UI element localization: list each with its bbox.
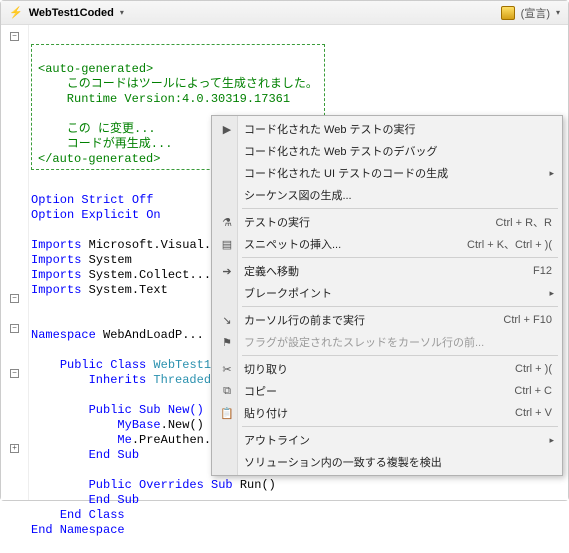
menu-item[interactable]: シーケンス図の生成...: [214, 184, 560, 206]
cut-icon: ✂: [219, 361, 235, 377]
menu-shortcut: Ctrl + )(: [515, 363, 552, 375]
code-line: コードが再生成...: [38, 137, 172, 151]
header-bar: ⚡ WebTest1Coded ▾ (宣言) ▾: [1, 1, 568, 25]
menu-item-label: ブレークポイント: [244, 285, 552, 301]
menu-separator: [242, 426, 558, 427]
code-line: Option Strict Off: [31, 193, 153, 207]
menu-shortcut: F12: [533, 265, 552, 277]
menu-item-label: スニペットの挿入...: [244, 236, 467, 252]
code-line: End Namespace: [31, 523, 125, 537]
menu-item[interactable]: 📋 貼り付けCtrl + V: [214, 402, 560, 424]
fold-toggle[interactable]: −: [10, 369, 19, 378]
menu-item[interactable]: アウトライン▸: [214, 429, 560, 451]
menu-separator: [242, 306, 558, 307]
code-line: Imports Microsoft.Visual...: [31, 238, 225, 252]
code-line: Me.PreAuthen...: [31, 433, 225, 447]
code-line: Inherits Threaded...: [31, 373, 233, 387]
menu-item[interactable]: ↘ カーソル行の前まで実行Ctrl + F10: [214, 309, 560, 331]
chevron-right-icon: ▸: [549, 288, 554, 299]
code-line: End Sub: [31, 493, 139, 507]
menu-separator: [242, 208, 558, 209]
fold-gutter: − − − − +: [1, 25, 29, 500]
code-line: Imports System: [31, 253, 132, 267]
menu-item-label: フラグが設定されたスレッドをカーソル行の前...: [244, 334, 552, 350]
menu-item-label: シーケンス図の生成...: [244, 187, 552, 203]
declaration-icon: [501, 6, 515, 20]
menu-item-label: 切り取り: [244, 361, 515, 377]
code-line: End Class: [31, 508, 125, 522]
chevron-right-icon: ▸: [549, 168, 554, 179]
menu-item-label: コード化された Web テストのデバッグ: [244, 143, 552, 159]
code-line: Imports System.Text: [31, 283, 168, 297]
menu-shortcut: Ctrl + R、R: [495, 214, 552, 230]
code-line: Option Explicit On: [31, 208, 161, 222]
code-line: このコードはツールによって生成されました。: [38, 77, 318, 91]
fold-toggle[interactable]: −: [10, 324, 19, 333]
code-line: Runtime Version:4.0.30319.17361: [38, 92, 290, 106]
code-line: Public Sub New(): [31, 403, 204, 417]
menu-item[interactable]: ➔ 定義へ移動F12: [214, 260, 560, 282]
context-menu: ▶コード化された Web テストの実行コード化された Web テストのデバッグコ…: [211, 115, 563, 476]
menu-item[interactable]: ブレークポイント▸: [214, 282, 560, 304]
copy-icon: ⧉: [219, 383, 235, 399]
code-line: Public Class WebTest1...: [31, 358, 233, 372]
lightning-icon: ⚡: [9, 6, 23, 19]
menu-separator: [242, 355, 558, 356]
paste-icon: 📋: [219, 405, 235, 421]
fold-toggle[interactable]: +: [10, 444, 19, 453]
snippet-icon: ▤: [219, 236, 235, 252]
flask-icon: ⚗: [219, 214, 235, 230]
menu-item[interactable]: コード化された UI テストのコードの生成▸: [214, 162, 560, 184]
menu-item-label: コピー: [244, 383, 514, 399]
code-line: この に変更...: [38, 122, 156, 136]
code-editor[interactable]: − − − − + <auto-generated> このコードはツールによって…: [1, 25, 568, 500]
chevron-right-icon: ▸: [549, 435, 554, 446]
menu-item[interactable]: ✂ 切り取りCtrl + )(: [214, 358, 560, 380]
menu-item-label: コード化された Web テストの実行: [244, 121, 552, 137]
menu-item-label: テストの実行: [244, 214, 495, 230]
menu-item[interactable]: ソリューション内の一致する複製を検出: [214, 451, 560, 473]
code-line: MyBase.New(): [31, 418, 204, 432]
menu-item[interactable]: ⚗ テストの実行Ctrl + R、R: [214, 211, 560, 233]
menu-shortcut: Ctrl + K、Ctrl + )(: [467, 236, 552, 252]
menu-item-label: 定義へ移動: [244, 263, 533, 279]
run-to-icon: ↘: [219, 312, 235, 328]
chevron-down-icon[interactable]: ▾: [556, 8, 560, 17]
menu-item-label: アウトライン: [244, 432, 552, 448]
menu-item: ⚑ フラグが設定されたスレッドをカーソル行の前...: [214, 331, 560, 353]
code-line: End Sub: [31, 448, 139, 462]
menu-shortcut: Ctrl + C: [514, 385, 552, 397]
code-line: <auto-generated>: [38, 62, 153, 76]
menu-item[interactable]: ▶ コード化された Web テストの実行: [214, 118, 560, 140]
fold-toggle[interactable]: −: [10, 294, 19, 303]
menu-item-label: ソリューション内の一致する複製を検出: [244, 454, 552, 470]
chevron-down-icon[interactable]: ▾: [120, 8, 124, 17]
menu-item[interactable]: ⧉ コピーCtrl + C: [214, 380, 560, 402]
flag-icon: ⚑: [219, 334, 235, 350]
menu-separator: [242, 257, 558, 258]
code-line: Public Overrides Sub Run(): [31, 478, 276, 492]
menu-shortcut: Ctrl + V: [515, 407, 552, 419]
menu-item[interactable]: コード化された Web テストのデバッグ: [214, 140, 560, 162]
code-line: Namespace WebAndLoadP...: [31, 328, 204, 342]
menu-item-label: コード化された UI テストのコードの生成: [244, 165, 552, 181]
fold-toggle[interactable]: −: [10, 32, 19, 41]
run-icon: ▶: [219, 121, 235, 137]
declaration-label[interactable]: (宣言): [521, 5, 550, 21]
menu-item-label: カーソル行の前まで実行: [244, 312, 503, 328]
menu-item[interactable]: ▤ スニペットの挿入...Ctrl + K、Ctrl + )(: [214, 233, 560, 255]
header-left: ⚡ WebTest1Coded ▾: [9, 6, 124, 19]
header-right: (宣言) ▾: [501, 5, 560, 21]
menu-shortcut: Ctrl + F10: [503, 314, 552, 326]
header-title[interactable]: WebTest1Coded: [29, 7, 114, 19]
menu-item-label: 貼り付け: [244, 405, 515, 421]
code-line: </auto-generated>: [38, 152, 160, 166]
code-line: Imports System.Collect...: [31, 268, 211, 282]
goto-icon: ➔: [219, 263, 235, 279]
